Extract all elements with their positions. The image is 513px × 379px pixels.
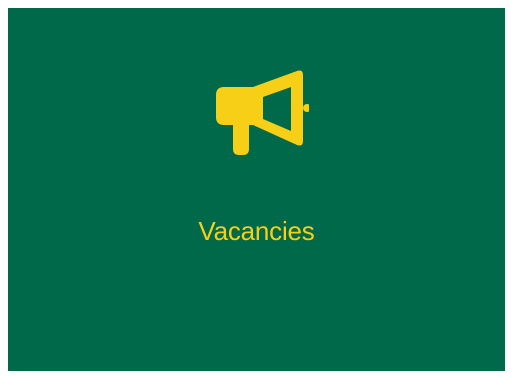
- tile-label: Vacancies: [198, 216, 315, 246]
- vacancies-tile[interactable]: Vacancies: [8, 8, 505, 371]
- megaphone-icon: [213, 67, 309, 163]
